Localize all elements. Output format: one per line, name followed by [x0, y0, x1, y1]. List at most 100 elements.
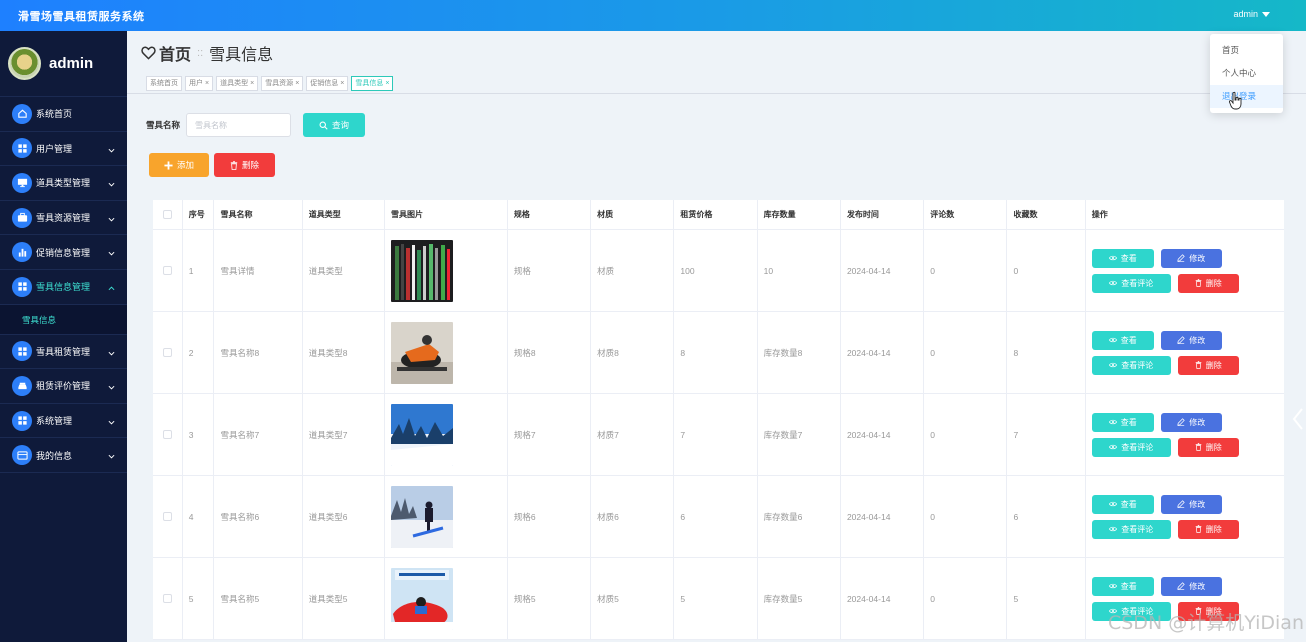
gear-thumbnail[interactable] [390, 485, 453, 548]
sidebar-item-1[interactable]: 系统首页 [0, 97, 127, 132]
view-button[interactable]: 查看 [1091, 330, 1154, 350]
tab-4[interactable]: 雪具资源 × [261, 76, 304, 91]
dropdown-item-profile[interactable]: 个人中心 [1210, 62, 1283, 85]
sidebar-item-6[interactable]: 雪具信息管理 [0, 270, 127, 305]
cell-price: 100 [674, 230, 758, 311]
view-button[interactable]: 查看 [1091, 576, 1154, 596]
view-button-label: 查看 [1120, 335, 1137, 345]
sidebar-menu: 系统首页 用户管理 道具类型管理 雪具资源管理 促销信息管理 雪具信息管理 雪具信息 雪具租赁… [0, 97, 127, 473]
breadcrumb-home[interactable]: 首页 [141, 41, 191, 65]
app-title: 滑雪场雪具租赁服务系统 [18, 11, 145, 23]
view-comments-button-label: 查看评论 [1121, 524, 1154, 534]
sidebar: admin 系统首页 用户管理 道具类型管理 雪具资源管理 促销信息管理 雪具信息管理 雪具… [0, 31, 127, 642]
view-button[interactable]: 查看 [1091, 412, 1154, 432]
delete-button[interactable]: 删除 [1177, 273, 1239, 293]
gear-thumbnail[interactable] [390, 321, 453, 384]
select-checkbox[interactable] [162, 430, 172, 439]
cell-stock: 10 [758, 230, 841, 311]
select-checkbox[interactable] [162, 348, 172, 357]
select-checkbox[interactable] [162, 512, 172, 521]
close-icon[interactable]: × [205, 77, 209, 90]
cell-spec: 规格7 [508, 394, 592, 475]
sidebar-item-10[interactable]: 我的信息 [0, 438, 127, 473]
cell-comments: 0 [924, 230, 1008, 311]
view-button[interactable]: 查看 [1091, 248, 1154, 268]
cell-name: 雪具名称8 [214, 312, 303, 393]
select-checkbox[interactable] [162, 266, 172, 275]
edit-button[interactable]: 修改 [1160, 412, 1222, 432]
sidebar-item-9[interactable]: 系统管理 [0, 404, 127, 439]
dropdown-item-home[interactable]: 首页 [1210, 39, 1283, 62]
delete-button[interactable]: 删除 [1177, 437, 1239, 457]
gear-thumbnail[interactable] [390, 567, 453, 630]
table-row: 2 雪具名称8 道具类型8 规格8 材质8 8 库存数量8 2024-04-14 0 8 查看 修改查… [153, 312, 1284, 394]
gear-thumbnail[interactable] [390, 239, 453, 302]
cell-material: 材质 [591, 230, 675, 311]
cell-type: 道具类型6 [303, 476, 385, 557]
query-button-label: 查询 [332, 120, 350, 130]
breadcrumb-current: 雪具信息 [209, 47, 274, 64]
sidebar-item-5[interactable]: 促销信息管理 [0, 235, 127, 270]
tab-label: 促销信息 [310, 80, 339, 87]
chevron-down-icon [108, 417, 115, 427]
select-checkbox[interactable] [162, 594, 172, 603]
add-button-label: 添加 [176, 160, 194, 170]
cell-price: 7 [674, 394, 758, 475]
gear-thumbnail[interactable] [390, 403, 453, 466]
cell-date: 2024-04-14 [841, 230, 925, 311]
sidebar-subitem-snow-gear-info[interactable]: 雪具信息 [0, 304, 127, 335]
trash-icon [1195, 525, 1202, 533]
edit-button[interactable]: 修改 [1160, 576, 1222, 596]
edit-icon [1177, 336, 1185, 344]
close-icon[interactable]: × [340, 77, 344, 90]
cell-no: 4 [183, 476, 215, 557]
cell-comments: 0 [924, 394, 1008, 475]
dropdown-item-logout[interactable]: 退出登录 [1210, 85, 1283, 108]
view-comments-button[interactable]: 查看评论 [1091, 273, 1171, 293]
query-button[interactable]: 查询 [303, 113, 366, 137]
view-comments-button-label: 查看评论 [1121, 278, 1154, 288]
cell-type: 道具类型8 [303, 312, 385, 393]
close-icon[interactable]: × [295, 77, 299, 90]
edit-button[interactable]: 修改 [1160, 494, 1222, 514]
cell-spec: 规格6 [508, 476, 592, 557]
tab-2[interactable]: 用户 × [185, 76, 214, 91]
sidebar-item-4[interactable]: 雪具资源管理 [0, 201, 127, 236]
header-select [153, 200, 183, 229]
edit-button[interactable]: 修改 [1160, 330, 1222, 350]
search-input[interactable] [186, 113, 292, 137]
view-comments-button[interactable]: 查看评论 [1091, 519, 1171, 539]
view-button[interactable]: 查看 [1091, 494, 1154, 514]
close-icon[interactable]: × [250, 77, 254, 90]
cell-name: 雪具名称5 [214, 558, 303, 639]
view-comments-button[interactable]: 查看评论 [1091, 355, 1171, 375]
chevron-down-icon [108, 179, 115, 189]
tab-6[interactable]: 雪具信息 × [351, 76, 394, 91]
view-comments-button-label: 查看评论 [1121, 360, 1154, 370]
column-header: 雪具图片 [385, 200, 508, 229]
tab-3[interactable]: 道具类型 × [216, 76, 259, 91]
column-header: 规格 [508, 200, 592, 229]
cell-no: 3 [183, 394, 215, 475]
eye-icon [1108, 501, 1117, 507]
sidebar-item-3[interactable]: 道具类型管理 [0, 166, 127, 201]
view-comments-button[interactable]: 查看评论 [1091, 437, 1171, 457]
cell-no: 1 [183, 230, 215, 311]
close-icon[interactable]: × [385, 77, 389, 90]
bulk-delete-button[interactable]: 删除 [214, 153, 275, 177]
select-checkbox[interactable] [162, 210, 172, 219]
sidebar-item-8[interactable]: 租赁评价管理 [0, 369, 127, 404]
sidebar-item-7[interactable]: 雪具租赁管理 [0, 335, 127, 370]
cell-spec: 规格5 [508, 558, 592, 639]
edit-button[interactable]: 修改 [1160, 248, 1222, 268]
delete-button[interactable]: 删除 [1177, 519, 1239, 539]
sidebar-item-2[interactable]: 用户管理 [0, 132, 127, 167]
user-menu-trigger[interactable]: admin [1233, 9, 1270, 19]
cell-date: 2024-04-14 [841, 312, 925, 393]
chevron-left-icon[interactable] [1292, 407, 1304, 431]
tab-1[interactable]: 系统首页 [146, 76, 182, 91]
tab-5[interactable]: 促销信息 × [306, 76, 349, 91]
add-button[interactable]: 添加 [149, 153, 209, 177]
cell-price: 8 [674, 312, 758, 393]
delete-button[interactable]: 删除 [1177, 355, 1239, 375]
